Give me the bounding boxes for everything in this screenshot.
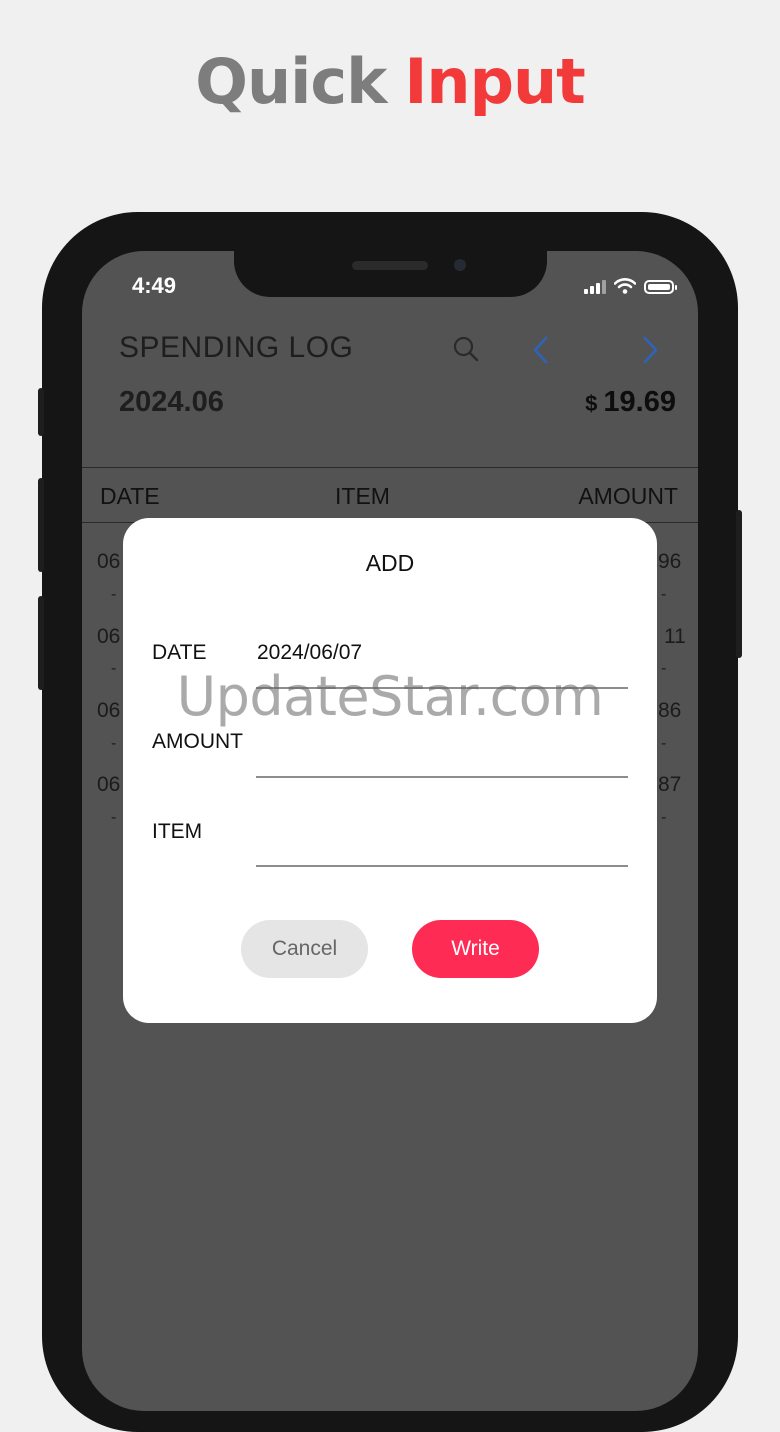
speaker-grille <box>352 261 428 270</box>
chevron-right-icon[interactable] <box>637 335 661 365</box>
cellular-signal-icon <box>584 280 606 294</box>
row-divider: - <box>111 586 117 603</box>
item-label: ITEM <box>152 820 203 843</box>
row-divider: - <box>111 809 117 826</box>
date-label: DATE <box>152 641 207 664</box>
status-icons <box>584 278 677 294</box>
current-month: 2024.06 <box>119 386 224 418</box>
column-header-date: DATE <box>100 483 160 509</box>
amount-field-underline <box>256 776 628 778</box>
date-field[interactable]: 2024/06/07 <box>257 641 362 665</box>
row-amount: 11 <box>664 625 686 648</box>
status-time: 4:49 <box>132 273 177 298</box>
search-icon[interactable] <box>452 335 480 363</box>
row-date: 06 <box>97 550 121 573</box>
row-divider: - <box>661 809 667 826</box>
headline-word-quick: Quick <box>195 45 387 118</box>
row-date: 06 <box>97 625 121 648</box>
column-header-item: ITEM <box>335 483 390 509</box>
item-field-underline <box>256 865 628 867</box>
phone-volume-up <box>38 478 44 572</box>
row-divider: - <box>661 586 667 603</box>
dialog-title: ADD <box>365 550 415 576</box>
front-camera <box>454 259 466 271</box>
amount-label: AMOUNT <box>152 730 243 753</box>
add-dialog: ADD DATE 2024/06/07 AMOUNT ITEM Cancel W… <box>123 518 657 1023</box>
headline-word-input: Input <box>404 45 585 118</box>
write-button[interactable]: Write <box>412 920 539 978</box>
row-divider: - <box>111 735 117 752</box>
row-amount: 96 <box>658 550 682 573</box>
row-divider: - <box>661 735 667 752</box>
wifi-icon <box>614 278 636 294</box>
amount-field[interactable] <box>257 730 627 760</box>
promo-headline: Quick Input <box>0 42 780 122</box>
row-date: 06 <box>97 773 121 796</box>
column-header-amount: AMOUNT <box>578 483 678 509</box>
notch <box>234 251 547 297</box>
battery-icon <box>644 280 677 294</box>
phone-mute-switch <box>38 388 44 436</box>
item-field[interactable] <box>257 820 627 850</box>
chevron-left-icon[interactable] <box>530 335 554 365</box>
watermark: UpdateStar.com <box>176 665 604 728</box>
total-amount: 19.69 <box>603 386 676 418</box>
table-header: DATE ITEM AMOUNT <box>82 467 698 523</box>
currency-symbol: $ <box>585 391 598 416</box>
row-amount: 87 <box>658 773 682 796</box>
cancel-button[interactable]: Cancel <box>241 920 368 978</box>
month-total: $19.69 <box>585 386 676 419</box>
phone-power-button <box>736 510 742 658</box>
app-title: SPENDING LOG <box>119 331 354 364</box>
